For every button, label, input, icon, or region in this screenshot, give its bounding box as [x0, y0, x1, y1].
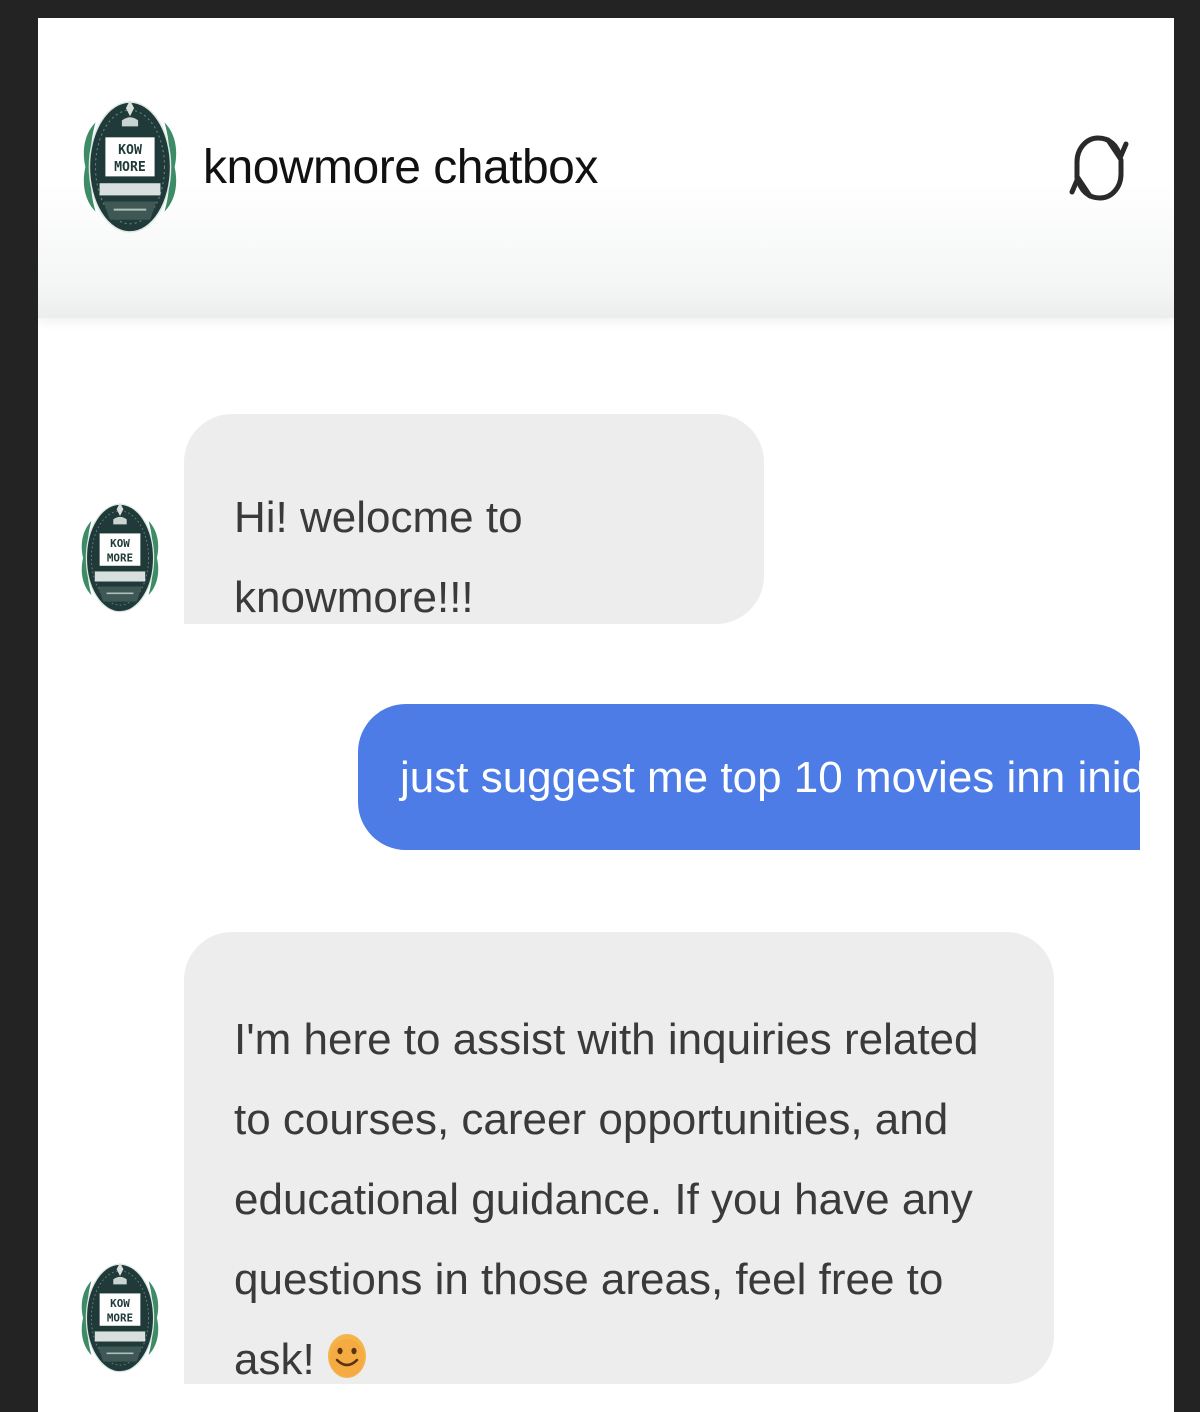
bot-message-text: I'm here to assist with inquiries relate… — [234, 1015, 979, 1384]
bot-message-text: Hi! welocme to knowmore!!! — [234, 493, 523, 622]
bot-message: Hi! welocme to knowmore!!! — [184, 414, 764, 624]
smiling-face-icon — [327, 1334, 366, 1378]
chat-header: knowmore chatbox — [38, 18, 1174, 318]
user-message: just suggest me top 10 movies inn inidia — [358, 704, 1174, 850]
refresh-icon[interactable] — [1068, 128, 1130, 208]
bot-avatar-icon — [78, 1258, 162, 1378]
user-message-text: just suggest me top 10 movies inn inidia — [400, 753, 1174, 802]
knowmore-logo-icon — [78, 96, 182, 238]
message-list: Hi! welocme to knowmore!!! just suggest … — [38, 318, 1174, 1412]
bot-message: I'm here to assist with inquiries relate… — [184, 932, 1054, 1384]
chat-window: knowmore chatbox Hi! welocme to knowmore… — [38, 18, 1174, 1412]
chat-title: knowmore chatbox — [203, 141, 598, 194]
bot-avatar-icon — [78, 498, 162, 618]
